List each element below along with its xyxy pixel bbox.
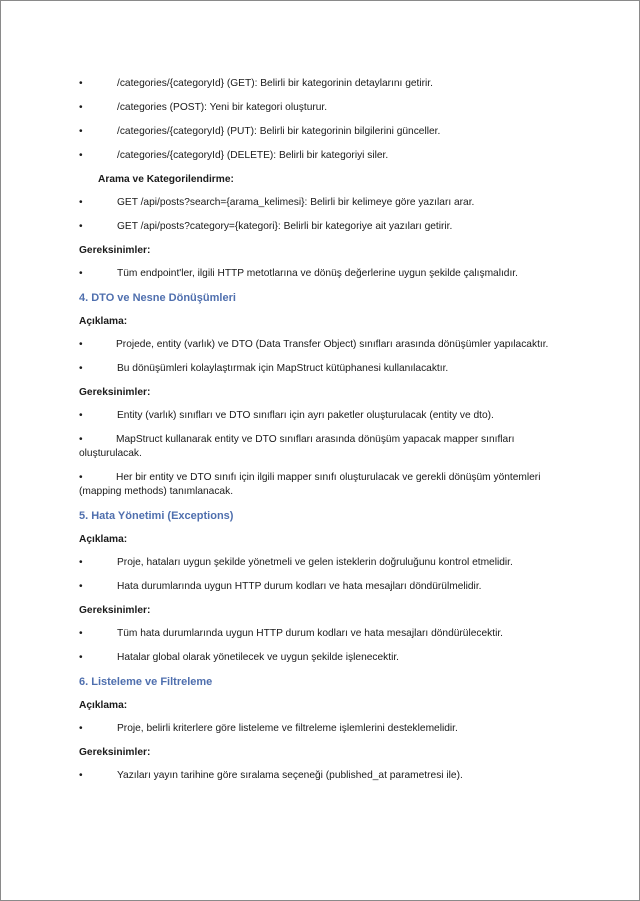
list-item-text: Tüm hata durumlarında uygun HTTP durum k…	[117, 628, 503, 639]
bullet-icon: •	[79, 628, 83, 639]
list-item: • /categories/{categoryId} (DELETE): Beli…	[79, 149, 559, 163]
bullet-icon: •	[79, 150, 83, 161]
list-item: • GET /api/posts?search={arama_kelimesi}:…	[79, 196, 559, 210]
bullet-icon: •	[79, 410, 83, 421]
bullet-icon: •	[79, 78, 83, 89]
subsection-label: Açıklama:	[79, 316, 128, 327]
subsection-label: Arama ve Kategorilendirme:	[98, 174, 234, 185]
bullet-icon: •	[79, 102, 83, 113]
list-item-text: GET /api/posts?category={kategori}: Beli…	[117, 221, 453, 232]
list-item-text: Yazıları yayın tarihine göre sıralama se…	[117, 770, 463, 781]
bullet-icon: •	[79, 434, 83, 445]
bullet-icon: •	[79, 339, 83, 350]
list-item-text: MapStruct kullanarak entity ve DTO sınıf…	[79, 434, 515, 459]
list-item: • /categories (POST): Yeni bir kategori o…	[79, 101, 559, 115]
list-item: • MapStruct kullanarak entity ve DTO sını…	[79, 433, 559, 461]
list-item-text: /categories (POST): Yeni bir kategori ol…	[117, 102, 328, 113]
section-heading: 5. Hata Yönetimi (Exceptions)	[79, 510, 234, 522]
section-heading: 6. Listeleme ve Filtreleme	[79, 676, 213, 688]
list-item: • /categories/{categoryId} (GET): Belirli…	[79, 77, 559, 91]
bullet-icon: •	[79, 770, 83, 781]
list-item-text: Proje, hataları uygun şekilde yönetmeli …	[117, 557, 513, 568]
list-item: • Hatalar global olarak yönetilecek ve uy…	[79, 651, 559, 665]
bullet-icon: •	[79, 363, 83, 374]
list-item-text: Hata durumlarında uygun HTTP durum kodla…	[117, 581, 482, 592]
list-item: • Bu dönüşümleri kolaylaştırmak için MapS…	[79, 362, 559, 376]
list-item-text: Tüm endpoint'ler, ilgili HTTP metotların…	[117, 268, 518, 279]
list-item: • Hata durumlarında uygun HTTP durum kodl…	[79, 580, 559, 594]
list-item: • Her bir entity ve DTO sınıfı için ilgil…	[79, 471, 559, 499]
list-item: • Proje, hataları uygun şekilde yönetmeli…	[79, 556, 559, 570]
bullet-icon: •	[79, 723, 83, 734]
list-item: • Projede, entity (varlık) ve DTO (Data T…	[79, 338, 559, 352]
document-body: • /categories/{categoryId} (GET): Belirli…	[79, 77, 559, 793]
list-item: • GET /api/posts?category={kategori}: Bel…	[79, 220, 559, 234]
subsection-label: Gereksinimler:	[79, 605, 151, 616]
list-item-text: Entity (varlık) sınıfları ve DTO sınıfla…	[117, 410, 494, 421]
bullet-icon: •	[79, 652, 83, 663]
list-item-text: Her bir entity ve DTO sınıfı için ilgili…	[79, 472, 541, 497]
list-item-text: /categories/{categoryId} (PUT): Belirli …	[117, 126, 441, 137]
list-item: • Proje, belirli kriterlere göre listelem…	[79, 722, 559, 736]
list-item: • Tüm hata durumlarında uygun HTTP durum …	[79, 627, 559, 641]
list-item: • Entity (varlık) sınıfları ve DTO sınıfl…	[79, 409, 559, 423]
list-item-text: Projede, entity (varlık) ve DTO (Data Tr…	[116, 339, 549, 350]
list-item-text: Proje, belirli kriterlere göre listeleme…	[117, 723, 458, 734]
subsection-label: Açıklama:	[79, 534, 128, 545]
bullet-icon: •	[79, 557, 83, 568]
bullet-icon: •	[79, 126, 83, 137]
bullet-icon: •	[79, 221, 83, 232]
list-item-text: /categories/{categoryId} (GET): Belirli …	[117, 78, 433, 89]
subsection-label: Gereksinimler:	[79, 245, 151, 256]
bullet-icon: •	[79, 268, 83, 279]
list-item: • Tüm endpoint'ler, ilgili HTTP metotları…	[79, 267, 559, 281]
document-page: • /categories/{categoryId} (GET): Belirli…	[0, 0, 640, 901]
list-item: • Yazıları yayın tarihine göre sıralama s…	[79, 769, 559, 783]
list-item-text: GET /api/posts?search={arama_kelimesi}: …	[117, 197, 475, 208]
list-item: • /categories/{categoryId} (PUT): Belirli…	[79, 125, 559, 139]
list-item-text: Hatalar global olarak yönetilecek ve uyg…	[117, 652, 400, 663]
bullet-icon: •	[79, 472, 83, 483]
list-item-text: /categories/{categoryId} (DELETE): Belir…	[117, 150, 389, 161]
bullet-icon: •	[79, 581, 83, 592]
section-heading: 4. DTO ve Nesne Dönüşümleri	[79, 292, 236, 304]
subsection-label: Gereksinimler:	[79, 747, 151, 758]
bullet-icon: •	[79, 197, 83, 208]
subsection-label: Gereksinimler:	[79, 387, 151, 398]
list-item-text: Bu dönüşümleri kolaylaştırmak için MapSt…	[117, 363, 449, 374]
subsection-label: Açıklama:	[79, 700, 128, 711]
